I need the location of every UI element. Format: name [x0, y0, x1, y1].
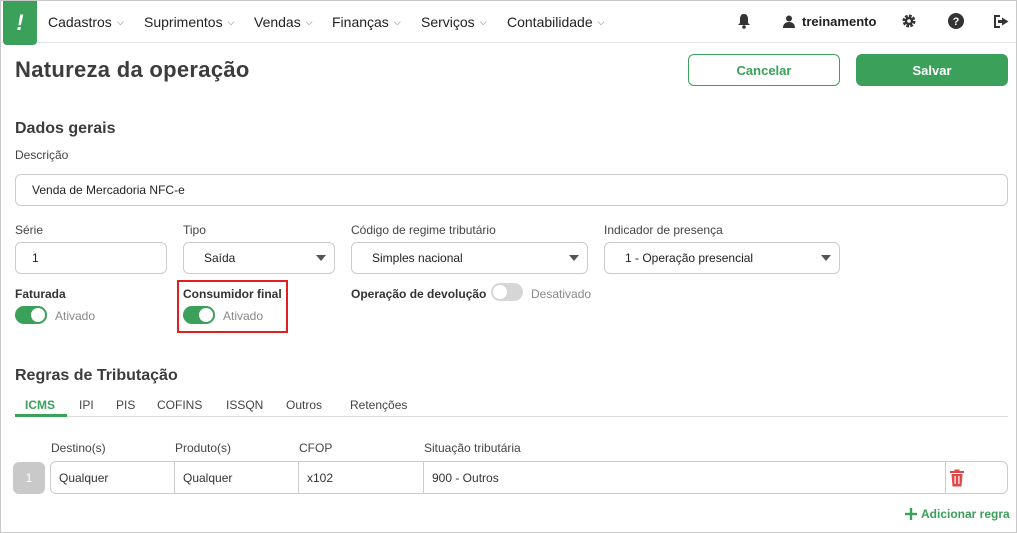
regime-label: Código de regime tributário [351, 223, 496, 237]
faturada-state: Ativado [55, 309, 96, 323]
tipo-label: Tipo [183, 223, 206, 237]
devolucao-state: Desativado [531, 287, 592, 301]
chevron-down-icon: ⌵ [479, 16, 487, 27]
top-navbar: ! Cadastros ⌵ Suprimentos ⌵ Vendas ⌵ Finanç… [1, 1, 1016, 45]
page-title: Natureza da operação [15, 57, 250, 82]
column-header-produto: Produto(s) [175, 441, 232, 455]
active-tab-indicator [15, 414, 67, 417]
produto-cell[interactable]: Qualquer [175, 462, 299, 493]
chevron-down-icon: ⌵ [597, 16, 605, 27]
chevron-down-icon: ⌵ [305, 16, 313, 27]
cancel-button[interactable]: Cancelar [688, 54, 840, 86]
regime-select[interactable]: Simples nacional [351, 242, 588, 274]
serie-input[interactable]: 1 [15, 242, 167, 274]
user-menu[interactable]: treinamento [783, 14, 876, 29]
situacao-cell[interactable]: 900 - Outros [424, 462, 946, 493]
column-header-situacao: Situação tributária [424, 441, 521, 455]
bell-icon[interactable] [735, 12, 753, 30]
toggle-knob [31, 308, 45, 322]
tab-cofins[interactable]: COFINS [157, 398, 202, 412]
user-icon [783, 15, 795, 28]
app-logo[interactable]: ! [3, 1, 37, 45]
svg-text:?: ? [953, 16, 960, 28]
descricao-input[interactable]: Venda de Mercadoria NFC-e [15, 174, 1008, 206]
presenca-select[interactable]: 1 - Operação presencial [604, 242, 840, 274]
tab-icms[interactable]: ICMS [25, 398, 55, 412]
tab-retencoes[interactable]: Retenções [350, 398, 407, 412]
regime-value: Simples nacional [372, 251, 463, 265]
serie-value: 1 [32, 251, 39, 265]
presenca-value: 1 - Operação presencial [625, 251, 754, 265]
chevron-down-icon: ⌵ [227, 16, 235, 27]
help-icon[interactable]: ? [947, 12, 965, 30]
nav-vendas[interactable]: Vendas ⌵ [254, 14, 313, 30]
column-header-destino: Destino(s) [51, 441, 106, 455]
nav-suprimentos[interactable]: Suprimentos ⌵ [144, 14, 234, 30]
devolucao-toggle[interactable] [491, 283, 523, 301]
toggle-knob [493, 285, 507, 299]
trash-icon[interactable] [949, 469, 965, 487]
table-row[interactable]: Qualquer Qualquer x102 900 - Outros [50, 461, 1008, 494]
tab-outros[interactable]: Outros [286, 398, 322, 412]
caret-down-icon [316, 255, 326, 261]
chevron-down-icon: ⌵ [393, 16, 401, 27]
tab-pis[interactable]: PIS [116, 398, 135, 412]
descricao-label: Descrição [15, 148, 69, 162]
plus-icon [905, 508, 917, 520]
add-rule-button[interactable]: Adicionar regra [905, 507, 1010, 521]
section-title-dados-gerais: Dados gerais [15, 120, 116, 137]
toggle-knob [199, 308, 213, 322]
faturada-toggle[interactable] [15, 306, 47, 324]
column-header-cfop: CFOP [299, 441, 333, 455]
nav-servicos[interactable]: Serviços ⌵ [421, 14, 487, 30]
consumidor-final-toggle[interactable] [183, 306, 215, 324]
gear-icon[interactable] [900, 12, 918, 30]
logo-glyph: ! [16, 10, 24, 35]
consumidor-final-label: Consumidor final [183, 287, 282, 301]
nav-cadastros[interactable]: Cadastros ⌵ [48, 14, 124, 30]
logout-icon[interactable] [992, 12, 1010, 30]
tab-issqn[interactable]: ISSQN [226, 398, 263, 412]
consumidor-final-state: Ativado [223, 309, 264, 323]
tab-ipi[interactable]: IPI [79, 398, 94, 412]
caret-down-icon [569, 255, 579, 261]
nav-financas[interactable]: Finanças ⌵ [332, 14, 401, 30]
devolucao-label: Operação de devolução [351, 287, 487, 301]
nav-label: Finanças [332, 14, 389, 30]
nav-label: Cadastros [48, 14, 112, 30]
destino-cell[interactable]: Qualquer [51, 462, 175, 493]
row-index-badge: 1 [13, 462, 45, 494]
nav-label: Contabilidade [507, 14, 593, 30]
nav-label: Suprimentos [144, 14, 223, 30]
user-name: treinamento [802, 14, 877, 29]
tipo-value: Saída [204, 251, 236, 265]
add-rule-label: Adicionar regra [921, 507, 1010, 521]
caret-down-icon [821, 255, 831, 261]
nav-label: Serviços [421, 14, 475, 30]
presenca-label: Indicador de presença [604, 223, 723, 237]
cfop-cell[interactable]: x102 [299, 462, 424, 493]
chevron-down-icon: ⌵ [116, 16, 124, 27]
save-button[interactable]: Salvar [856, 54, 1008, 86]
tipo-select[interactable]: Saída [183, 242, 335, 274]
serie-label: Série [15, 223, 44, 237]
rules-tabs: ICMS IPI PIS COFINS ISSQN Outros Retençõ… [15, 396, 1008, 417]
nav-contabilidade[interactable]: Contabilidade ⌵ [507, 14, 604, 30]
faturada-label: Faturada [15, 287, 66, 301]
nav-label: Vendas [254, 14, 301, 30]
section-title-regras: Regras de Tributação [15, 367, 178, 384]
descricao-value: Venda de Mercadoria NFC-e [32, 183, 185, 197]
